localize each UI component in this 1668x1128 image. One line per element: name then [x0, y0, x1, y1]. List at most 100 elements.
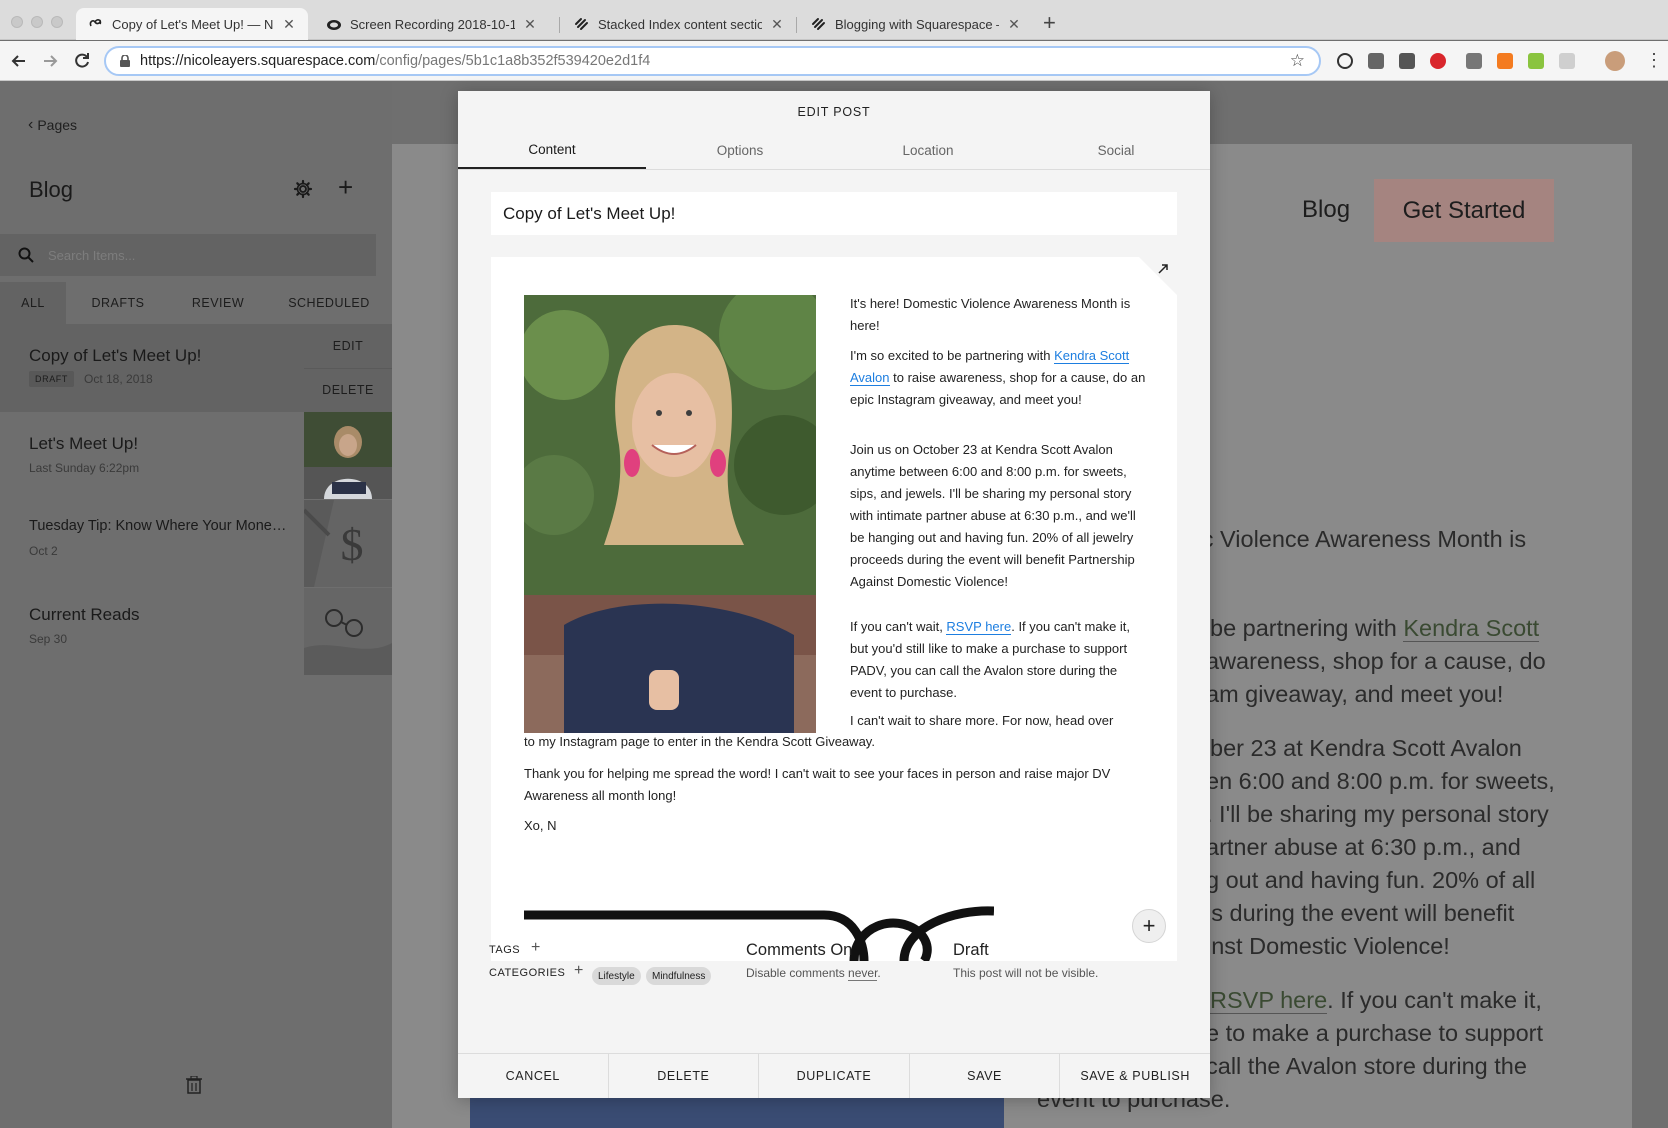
site-text-line: inst Domestic Violence! — [1206, 933, 1450, 959]
close-icon[interactable]: ✕ — [1007, 16, 1021, 33]
extension-comment-icon[interactable] — [1559, 53, 1575, 69]
categories-label: CATEGORIES — [489, 967, 566, 979]
extension-camera-icon[interactable] — [1368, 53, 1384, 69]
item-title: Copy of Let's Meet Up! — [29, 346, 202, 365]
cancel-button[interactable]: CANCEL — [458, 1054, 609, 1098]
item-title: Current Reads — [29, 605, 140, 624]
item-date: Sep 30 — [29, 632, 68, 646]
search-icon — [18, 247, 34, 263]
extension-info-icon[interactable] — [1337, 53, 1353, 69]
extension-chat-icon[interactable] — [1528, 53, 1544, 69]
close-icon[interactable]: ✕ — [770, 16, 784, 33]
item-date: Last Sunday 6:22pm — [29, 461, 140, 475]
category-chip[interactable]: Lifestyle — [592, 967, 641, 985]
tab-title: Blogging with Squarespace – S — [835, 16, 999, 32]
browser-menu-icon[interactable]: ⋮ — [1645, 50, 1663, 71]
site-link-kendra: Kendra Scott — [1403, 615, 1540, 642]
window-minimize-button[interactable] — [31, 16, 43, 28]
filter-drafts[interactable]: DRAFTS — [66, 282, 170, 324]
comments-never-link[interactable]: never — [848, 966, 878, 981]
post-paragraph: It's here! Domestic Violence Awareness M… — [850, 296, 1131, 333]
edit-button[interactable]: EDIT — [304, 324, 392, 369]
site-link-rsvp: RSVP here — [1210, 987, 1328, 1014]
edit-post-modal: EDIT POST Content Options Location Socia… — [458, 91, 1210, 1098]
cloud-icon — [327, 20, 341, 30]
lock-icon — [120, 54, 130, 67]
category-chip[interactable]: Mindfulness — [646, 967, 712, 985]
site-text-line: ber 23 at Kendra Scott Avalon — [1210, 735, 1522, 761]
tab-content[interactable]: Content — [458, 131, 646, 169]
forward-arrow-icon[interactable] — [39, 50, 61, 72]
site-text-line: am giveaway, and meet you! — [1206, 681, 1504, 707]
extension-honey-icon[interactable] — [1497, 53, 1513, 69]
add-block-button[interactable]: + — [1132, 909, 1166, 943]
extension-eyedropper-icon[interactable] — [1466, 53, 1482, 69]
tab-options[interactable]: Options — [646, 131, 834, 169]
post-paragraph: Thank you for helping me spread the word… — [524, 766, 1111, 803]
gear-icon[interactable] — [293, 179, 313, 199]
filter-review[interactable]: REVIEW — [170, 282, 266, 324]
modal-footer: CANCEL DELETE DUPLICATE SAVE SAVE & PUBL… — [458, 1053, 1210, 1098]
profile-avatar[interactable] — [1605, 51, 1625, 71]
add-tag-icon[interactable]: + — [531, 940, 540, 956]
squarespace-loop-icon — [89, 19, 102, 27]
site-text-line: . I'll be sharing my personal story — [1206, 801, 1549, 827]
modal-title: EDIT POST — [797, 105, 871, 119]
browser-tab-2[interactable]: Screen Recording 2018-10-11 at ✕ — [314, 8, 549, 40]
post-body-editor[interactable]: It's here! Domestic Violence Awareness M… — [491, 257, 1177, 961]
bookmark-star-icon[interactable]: ☆ — [1290, 51, 1305, 71]
back-arrow-icon[interactable] — [8, 50, 30, 72]
tags-label: TAGS — [489, 944, 521, 956]
url-path: /config/pages/5b1c1a8b352f539420e2d1f4 — [375, 53, 651, 69]
extension-record-icon[interactable] — [1430, 53, 1446, 69]
item-thumbnail — [304, 588, 392, 675]
add-category-icon[interactable]: + — [574, 963, 583, 979]
close-icon[interactable]: ✕ — [282, 16, 296, 33]
rsvp-link[interactable]: RSVP here — [946, 619, 1012, 635]
status-heading[interactable]: Draft — [953, 941, 989, 960]
save-publish-button[interactable]: SAVE & PUBLISH — [1060, 1054, 1210, 1098]
browser-tab-4[interactable]: Blogging with Squarespace – S ✕ — [799, 8, 1033, 40]
site-text-line: be partnering with Kendra Scott — [1210, 615, 1540, 642]
add-page-icon[interactable]: + — [338, 174, 353, 200]
expand-icon[interactable] — [1157, 263, 1169, 275]
window-zoom-button[interactable] — [51, 16, 63, 28]
close-icon[interactable]: ✕ — [523, 16, 537, 33]
tab-location[interactable]: Location — [834, 131, 1022, 169]
item-thumbnail — [304, 412, 392, 499]
item-title: Tuesday Tip: Know Where Your Mone… — [29, 518, 287, 534]
delete-button[interactable]: DELETE — [609, 1054, 760, 1098]
filter-scheduled[interactable]: SCHEDULED — [266, 282, 392, 324]
list-item[interactable]: Copy of Let's Meet Up! DRAFT Oct 18, 201… — [0, 324, 392, 412]
filter-tabs: ALL DRAFTS REVIEW SCHEDULED — [0, 282, 392, 324]
post-paragraph: I'm so excited to be partnering with Ken… — [850, 348, 1146, 407]
site-text-line: call the Avalon store during the — [1206, 1053, 1527, 1079]
back-label: Pages — [37, 117, 78, 133]
item-title: Let's Meet Up! — [29, 434, 139, 453]
search-input[interactable] — [48, 247, 348, 263]
filter-all[interactable]: ALL — [0, 282, 66, 324]
tab-title: Screen Recording 2018-10-11 at — [350, 16, 515, 32]
modal-tabs: Content Options Location Social — [458, 131, 1210, 170]
post-image[interactable] — [524, 295, 816, 733]
site-text-line: artner abuse at 6:30 p.m., and — [1206, 834, 1521, 860]
save-button[interactable]: SAVE — [910, 1054, 1061, 1098]
browser-tab-1[interactable]: Copy of Let's Meet Up! — Nicole Ayers ✕ — [76, 8, 308, 40]
duplicate-button[interactable]: DUPLICATE — [759, 1054, 910, 1098]
extension-bird-icon[interactable] — [1399, 53, 1415, 69]
browser-tab-3[interactable]: Stacked Index content section ✕ — [562, 8, 796, 40]
site-nav-blog: Blog — [1302, 196, 1351, 223]
address-bar[interactable]: https://nicoleayers.squarespace.com/conf… — [104, 46, 1321, 76]
trash-icon[interactable] — [186, 1076, 202, 1094]
tab-social[interactable]: Social — [1022, 131, 1210, 169]
site-text-line: awareness, shop for a cause, do — [1206, 648, 1546, 674]
site-text-line: g out and having fun. 20% of all — [1206, 867, 1536, 893]
post-title-input[interactable] — [491, 192, 1177, 235]
reload-icon[interactable] — [71, 50, 93, 72]
new-tab-button[interactable]: + — [1043, 12, 1056, 34]
pages-sidebar: ‹ Pages Blog + ALL DRAFTS REVIEW SCHEDUL… — [0, 82, 392, 1128]
comments-heading[interactable]: Comments On — [746, 941, 852, 960]
delete-item-button[interactable]: DELETE — [304, 369, 392, 413]
back-to-pages-link[interactable]: ‹ Pages — [28, 116, 77, 134]
window-close-button[interactable] — [11, 16, 23, 28]
